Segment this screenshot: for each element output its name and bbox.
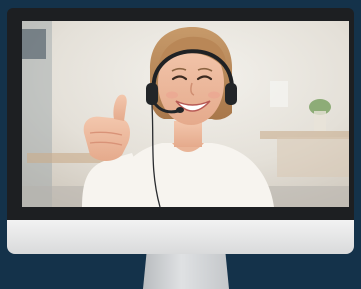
dark-object bbox=[22, 29, 46, 59]
headset-mic bbox=[176, 107, 184, 113]
neck bbox=[174, 121, 202, 147]
desktop-monitor bbox=[0, 0, 361, 289]
monitor-stand bbox=[143, 254, 229, 289]
video-call-photo bbox=[22, 21, 349, 207]
monitor-chin bbox=[7, 220, 354, 254]
headset-right-earcup bbox=[225, 83, 237, 105]
monitor-screen bbox=[22, 21, 349, 207]
right-cheek bbox=[208, 91, 220, 99]
cabinet bbox=[277, 137, 349, 177]
lamp bbox=[270, 81, 288, 107]
plant-pot bbox=[314, 111, 326, 131]
left-cheek bbox=[166, 91, 178, 99]
